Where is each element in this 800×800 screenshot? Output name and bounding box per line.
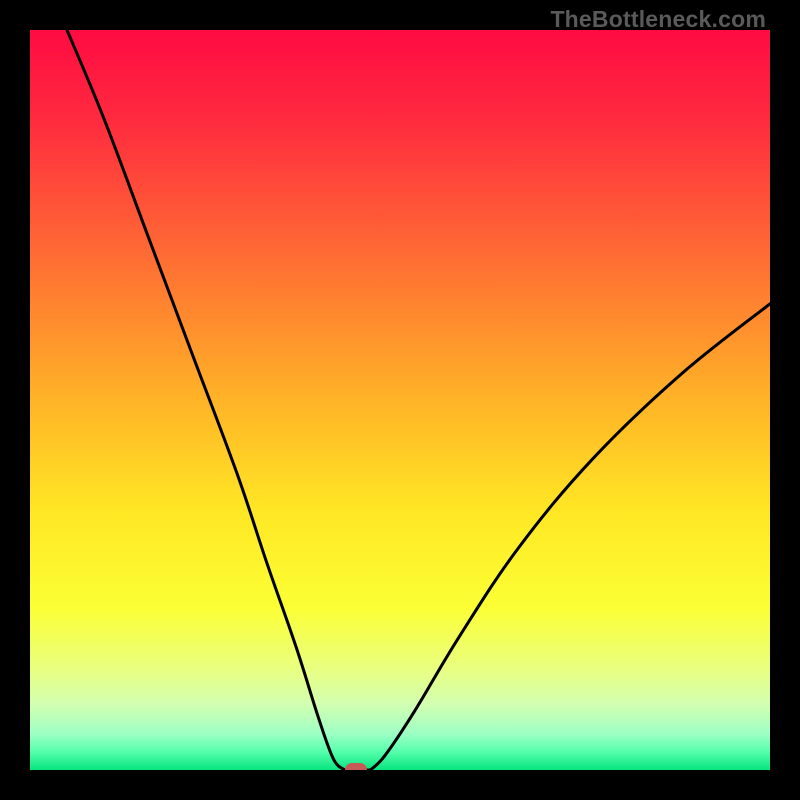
watermark-text: TheBottleneck.com [550,6,766,33]
chart-frame: TheBottleneck.com [0,0,800,800]
curve-left-branch [67,30,345,770]
optimum-marker [345,763,367,770]
curve-right-branch [370,304,770,770]
bottleneck-curve [30,30,770,770]
plot-area [30,30,770,770]
